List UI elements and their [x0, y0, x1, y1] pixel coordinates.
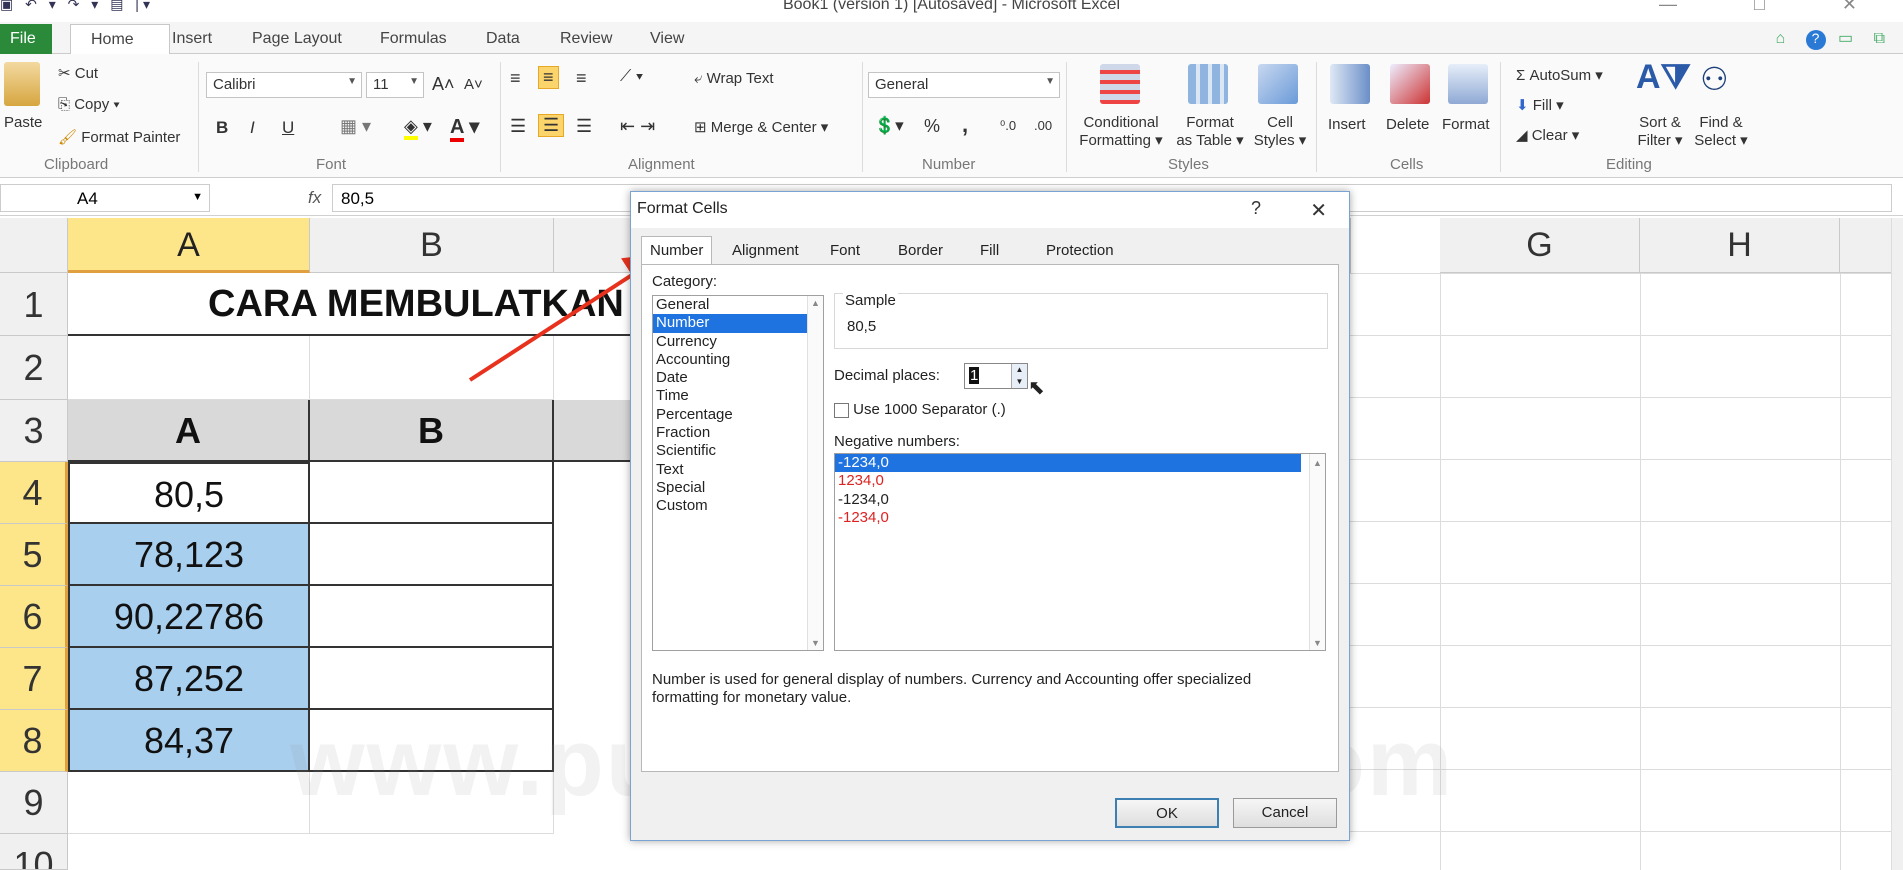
separator-label: Use 1000 Separator (.): [853, 401, 1006, 418]
tab-protection[interactable]: Protection: [1037, 236, 1123, 264]
dialog-title: Format Cells: [637, 200, 728, 217]
help-button[interactable]: ?: [1251, 198, 1261, 219]
separator-checkbox-row[interactable]: Use 1000 Separator (.): [834, 401, 1006, 418]
list-item[interactable]: Date: [653, 369, 823, 387]
tab-alignment[interactable]: Alignment: [723, 236, 808, 264]
category-list[interactable]: General Number Currency Accounting Date …: [652, 295, 824, 651]
sample-value: 80,5: [847, 318, 877, 335]
number-tab-panel: Category: General Number Currency Accoun…: [641, 264, 1339, 772]
separator-checkbox[interactable]: [834, 402, 849, 418]
list-item[interactable]: Accounting: [653, 351, 823, 369]
list-item[interactable]: Percentage: [653, 406, 823, 424]
list-item-selected[interactable]: -1234,0: [835, 454, 1301, 473]
format-cells-dialog: Format Cells ? ✕ Number Alignment Font B…: [630, 191, 1350, 841]
list-item[interactable]: -1234,0: [835, 491, 1325, 509]
tab-font[interactable]: Font: [821, 236, 869, 264]
list-item[interactable]: Fraction: [653, 424, 823, 442]
sample-label: Sample: [843, 292, 898, 309]
negative-scrollbar[interactable]: ▲ ▼: [1309, 454, 1325, 650]
negative-numbers-label: Negative numbers:: [834, 433, 960, 450]
tab-number[interactable]: Number: [641, 236, 713, 266]
tab-fill[interactable]: Fill: [971, 236, 1008, 264]
cancel-button[interactable]: Cancel: [1233, 798, 1337, 828]
tab-border[interactable]: Border: [889, 236, 952, 264]
dialog-title-bar: Format Cells ? ✕: [631, 192, 1349, 228]
negative-numbers-list[interactable]: -1234,0 1234,0 -1234,0 -1234,0 ▲ ▼: [834, 453, 1326, 651]
decimal-places-value[interactable]: 1: [969, 367, 980, 384]
list-item[interactable]: Special: [653, 479, 823, 497]
category-scrollbar[interactable]: ▲ ▼: [807, 296, 823, 650]
close-icon[interactable]: ✕: [1310, 198, 1327, 223]
sample-group: Sample 80,5: [834, 292, 1328, 349]
decimal-places-label: Decimal places:: [834, 367, 940, 384]
list-item[interactable]: Text: [653, 461, 823, 479]
ok-button[interactable]: OK: [1115, 798, 1219, 828]
list-item[interactable]: Custom: [653, 497, 823, 515]
description-text: Number is used for general display of nu…: [652, 671, 1252, 706]
mouse-cursor-icon: ⬉: [1028, 377, 1045, 399]
list-item[interactable]: Time: [653, 387, 823, 405]
list-item[interactable]: Currency: [653, 333, 823, 351]
spinner-arrows-icon[interactable]: ▲ ▼: [1011, 364, 1027, 388]
decimal-places-stepper[interactable]: 1 ▲ ▼: [964, 363, 1028, 389]
list-item[interactable]: 1234,0: [835, 472, 1325, 490]
list-item[interactable]: Scientific: [653, 442, 823, 460]
list-item[interactable]: -1234,0: [835, 509, 1325, 527]
list-item[interactable]: General: [653, 296, 823, 314]
category-label: Category:: [652, 273, 718, 290]
list-item-selected[interactable]: Number: [653, 314, 823, 333]
